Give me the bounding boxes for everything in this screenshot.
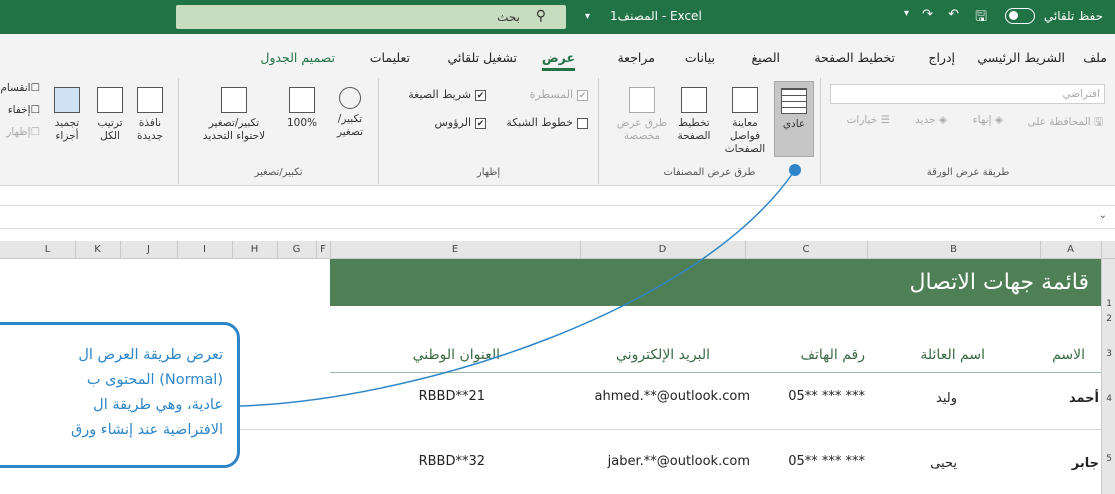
connector-dot <box>789 164 801 176</box>
callout-line-2: (Normal) المحتوى ب <box>86 372 223 388</box>
callout-box: تعرض طريقة العرض ال (Normal) المحتوى ب ع… <box>0 322 240 468</box>
callout-line-4: الافتراضية عند إنشاء ورق <box>70 422 223 438</box>
connector-path <box>239 169 796 407</box>
callout-line-3: عادية، وهي طريقة ال <box>93 397 223 413</box>
callout-line-1: تعرض طريقة العرض ال <box>78 347 223 363</box>
